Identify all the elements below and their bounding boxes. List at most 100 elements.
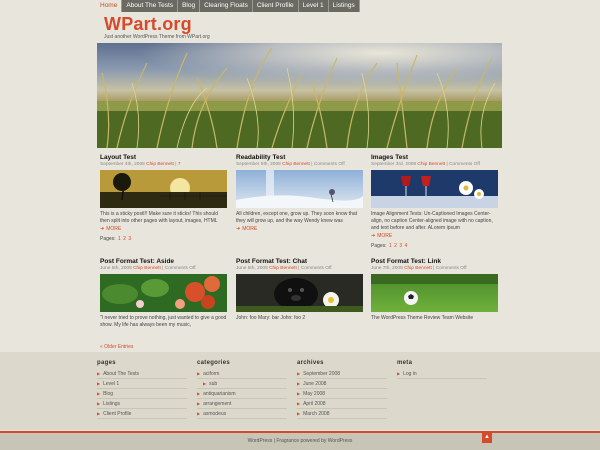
widget-link[interactable]: ▶ September 2008 xyxy=(297,369,387,379)
post-author[interactable]: Chip Bennett xyxy=(146,162,174,167)
post-pagination: Pages: 1 2 3 xyxy=(100,236,227,242)
nav-item-level-1[interactable]: Level 1 xyxy=(298,0,329,12)
widget-link[interactable]: ▶ April 2008 xyxy=(297,399,387,409)
post-meta: June 7th, 2008 Chip Bennett | Comments O… xyxy=(371,266,467,271)
post-date: June 5th, 2008 xyxy=(236,266,268,271)
triangle-bullet-icon: ▶ xyxy=(297,381,301,386)
post-comments[interactable]: Comments Off xyxy=(314,162,345,167)
log-in-link[interactable]: ▶ Log in xyxy=(397,369,487,379)
triangle-bullet-icon: ▶ xyxy=(97,411,101,416)
triangle-bullet-icon: ▶ xyxy=(203,381,207,386)
widget-link[interactable]: ▶ Listings xyxy=(97,399,187,409)
post-card: Post Format Test: Chat June 5th, 2008 Ch… xyxy=(236,258,363,322)
post-thumbnail[interactable] xyxy=(100,274,227,312)
pages-widget: pages ▶ About The Tests ▶ Level 1 ▶ Blog ▶ L… xyxy=(97,360,187,419)
arrow-right-icon: ➜ xyxy=(236,226,241,232)
flowers-image xyxy=(100,274,227,312)
widget-title: meta xyxy=(397,360,413,366)
post-meta: September 5th, 2008 Chip Bennett | Comme… xyxy=(236,162,345,167)
triangle-bullet-icon: ▶ xyxy=(397,371,401,376)
post-author[interactable]: Chip Bennett xyxy=(133,266,161,271)
post-title[interactable]: Readability Test xyxy=(236,154,363,162)
triangle-bullet-icon: ▶ xyxy=(197,401,201,406)
post-excerpt: All children, except one, grow up. They … xyxy=(236,211,358,224)
nav-item-listings[interactable]: Listings xyxy=(328,0,360,12)
post-author[interactable]: Chip Bennett xyxy=(282,162,310,167)
nav-item-client-profile[interactable]: Client Profile xyxy=(252,0,299,12)
widget-link[interactable]: ▶ Level 1 xyxy=(97,379,187,389)
pages-label: Pages: xyxy=(100,236,116,242)
post-meta: September 3rd, 2008 Chip Bennett | Comme… xyxy=(371,162,480,167)
widget-link[interactable]: ▶ June 2008 xyxy=(297,379,387,389)
page-link[interactable]: 3 xyxy=(399,243,402,249)
post-title[interactable]: Layout Test xyxy=(100,154,227,162)
dog-daisy-image xyxy=(236,274,363,312)
footer-widgets: pages ▶ About The Tests ▶ Level 1 ▶ Blog ▶ L… xyxy=(0,352,600,430)
page-link[interactable]: 1 xyxy=(118,236,121,242)
post-thumbnail[interactable] xyxy=(236,170,363,208)
older-entries-link[interactable]: « Older Entries xyxy=(100,344,133,350)
nav-item-blog[interactable]: Blog xyxy=(178,0,201,12)
triangle-bullet-icon: ▶ xyxy=(297,371,301,376)
site-branding: WPart.org Just another WordPress Theme f… xyxy=(104,14,210,40)
widget-link[interactable]: ▶ antiquarianism xyxy=(197,389,287,399)
post-comments[interactable]: Comments Off xyxy=(449,162,480,167)
widget-link[interactable]: ▶ Blog xyxy=(97,389,187,399)
header-image xyxy=(97,43,502,148)
post-date: September 4th, 2008 xyxy=(100,162,145,167)
more-link[interactable]: ➜ MORE xyxy=(236,226,363,233)
widget-link[interactable]: ▶ Client Profile xyxy=(97,409,187,419)
more-link[interactable]: ➜ MORE xyxy=(100,226,227,233)
triangle-bullet-icon: ▶ xyxy=(297,411,301,416)
page-link[interactable]: 4 xyxy=(404,243,407,249)
widget-title: categories xyxy=(197,360,231,366)
post-title[interactable]: Post Format Test: Link xyxy=(371,258,498,266)
triangle-bullet-icon: ▶ xyxy=(97,401,101,406)
post-comments[interactable]: Comments Off xyxy=(301,266,332,271)
post-date: June 5th, 2008 xyxy=(100,266,132,271)
post-thumbnail[interactable] xyxy=(236,274,363,312)
post-date: September 5th, 2008 xyxy=(236,162,281,167)
nav-item-clearing-floats[interactable]: Clearing Floats xyxy=(200,0,253,12)
post-thumbnail[interactable] xyxy=(100,170,227,208)
post-title[interactable]: Post Format Test: Chat xyxy=(236,258,363,266)
widget-link[interactable]: ▶ arrangement xyxy=(197,399,287,409)
nav-item-about-the-tests[interactable]: About The Tests xyxy=(122,0,179,12)
post-author[interactable]: Chip Bennett xyxy=(417,162,445,167)
nav-item-home[interactable]: Home xyxy=(96,0,123,12)
widget-link[interactable]: ▶ aciform xyxy=(197,369,287,379)
post-author[interactable]: Chip Bennett xyxy=(404,266,432,271)
post-excerpt: Image Alignment Tests: Un-Captioned Imag… xyxy=(371,211,493,231)
site-title[interactable]: WPart.org xyxy=(104,14,210,34)
post-title[interactable]: Images Test xyxy=(371,154,498,162)
post-meta: June 5th, 2008 Chip Bennett | Comments O… xyxy=(236,266,332,271)
widget-link[interactable]: ▶ March 2008 xyxy=(297,409,387,419)
post-thumbnail[interactable] xyxy=(371,274,498,312)
meta-widget: meta ▶ Log in xyxy=(397,360,487,379)
page-link[interactable]: 2 xyxy=(123,236,126,242)
post-card: Post Format Test: Aside June 5th, 2008 C… xyxy=(100,258,227,329)
post-comments[interactable]: 7 xyxy=(178,162,181,167)
pages-label: Pages: xyxy=(371,243,387,249)
up-arrow-icon[interactable]: ▲ xyxy=(482,431,492,443)
post-pagination: Pages: 1 2 3 4 xyxy=(371,243,498,249)
categories-widget: categories ▶ aciform ▶ sub ▶ antiquarianism… xyxy=(197,360,287,419)
post-author[interactable]: Chip Bennett xyxy=(269,266,297,271)
triangle-bullet-icon: ▶ xyxy=(197,411,201,416)
archives-widget: archives ▶ September 2008 ▶ June 2008 ▶ May… xyxy=(297,360,387,419)
post-title[interactable]: Post Format Test: Aside xyxy=(100,258,227,266)
widget-link[interactable]: ▶ May 2008 xyxy=(297,389,387,399)
widget-link[interactable]: ▶ About The Tests xyxy=(97,369,187,379)
page-link[interactable]: 3 xyxy=(128,236,131,242)
more-link[interactable]: ➜ MORE xyxy=(371,233,498,240)
page-link[interactable]: 1 xyxy=(389,243,392,249)
wine-glasses-image xyxy=(371,170,498,208)
triangle-bullet-icon: ▶ xyxy=(197,371,201,376)
post-thumbnail[interactable] xyxy=(371,170,498,208)
widget-link[interactable]: ▶ asmodeus xyxy=(197,409,287,419)
widget-link[interactable]: ▶ sub xyxy=(197,379,287,389)
page-link[interactable]: 2 xyxy=(394,243,397,249)
post-excerpt: John: foo Mary: bar John: foo 2 xyxy=(236,315,306,321)
post-comments[interactable]: Comments Off xyxy=(165,266,196,271)
post-comments[interactable]: Comments Off xyxy=(436,266,467,271)
